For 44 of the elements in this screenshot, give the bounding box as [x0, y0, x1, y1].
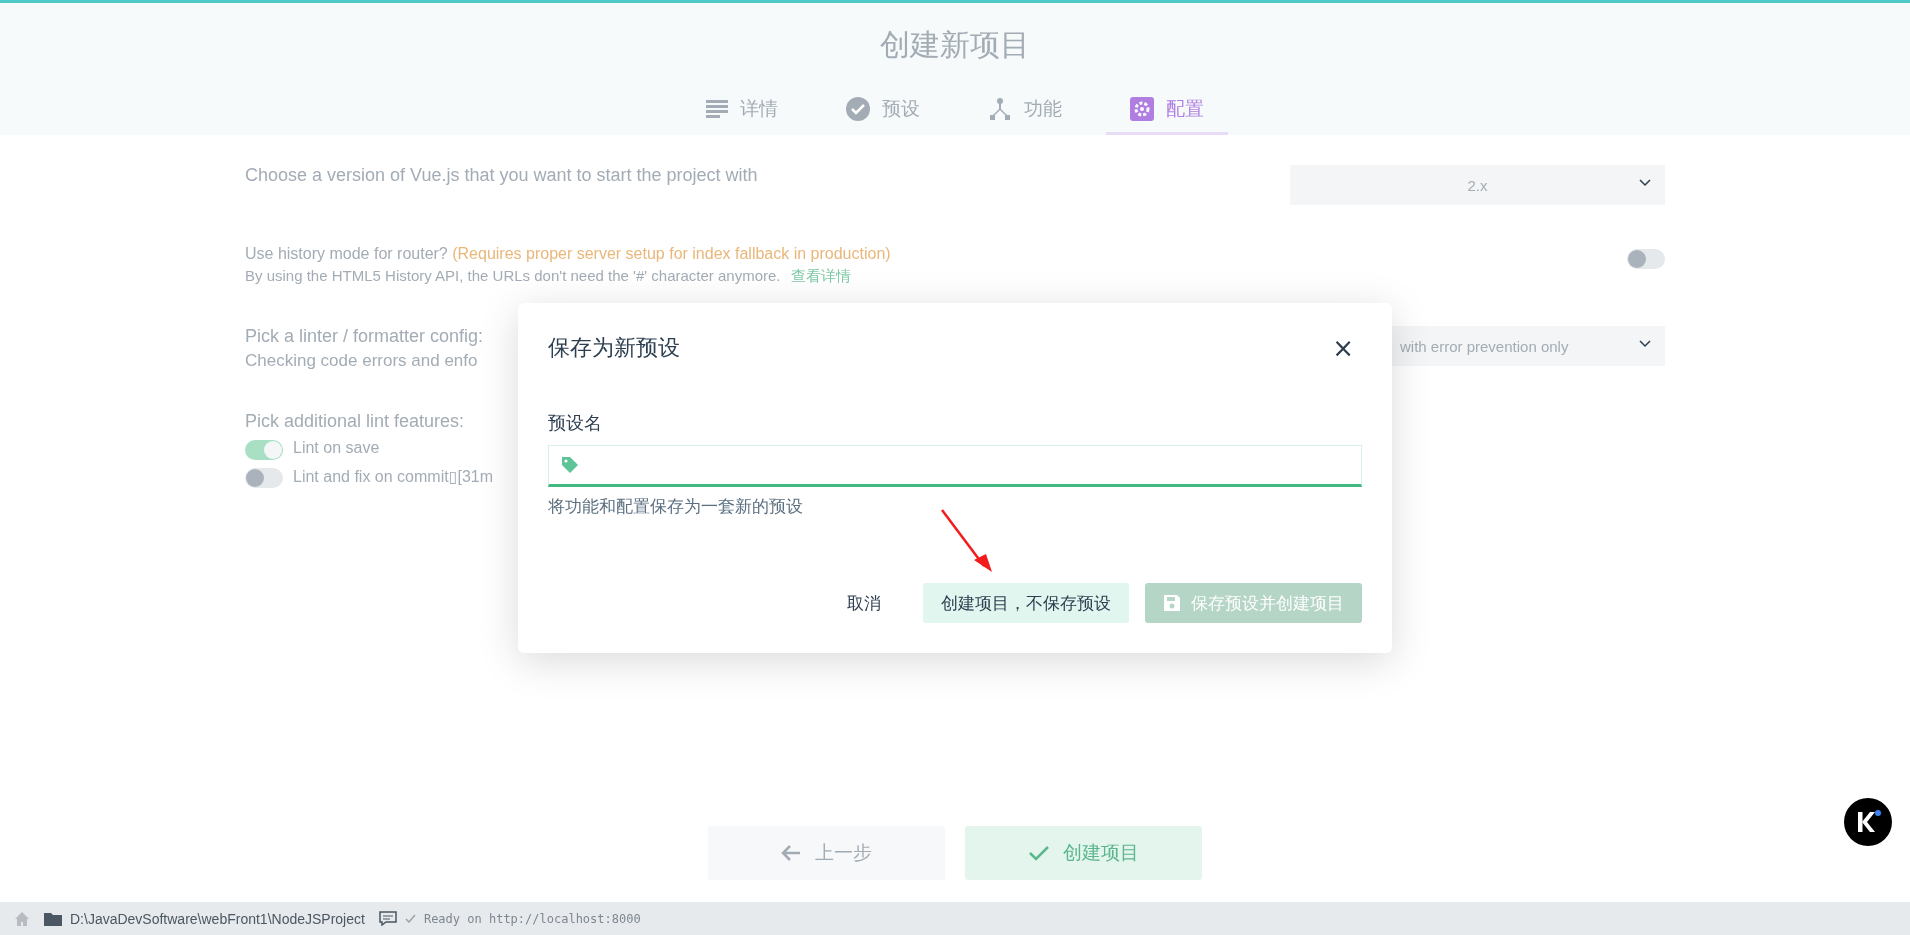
fork-icon: [988, 97, 1012, 121]
settings-icon: [1130, 97, 1154, 121]
home-icon[interactable]: [14, 910, 30, 927]
toggle-switch[interactable]: [1627, 249, 1665, 269]
option-label: Lint and fix on commit▯[31m: [293, 466, 493, 486]
toggle-switch[interactable]: [245, 440, 283, 460]
arrow-left-icon: [781, 844, 801, 862]
back-button[interactable]: 上一步: [708, 826, 945, 880]
create-button[interactable]: 创建项目，不保存预设: [923, 583, 1129, 623]
folder-icon: [44, 911, 62, 926]
page-title: 创建新项目: [880, 26, 1030, 64]
field-hint: 将功能和配置保存为一套新的预设: [548, 495, 804, 518]
caret-icon: [1639, 340, 1651, 348]
console-icon[interactable]: [378, 911, 397, 926]
field-description: By using the HTML5 History API, the URLs don't need the '#' character anymore. 查看详情: [245, 267, 852, 286]
field-label: 预设名: [548, 411, 603, 435]
field-description: Checking code errors and enfo: [245, 351, 479, 371]
caret-icon: [1639, 179, 1651, 187]
field-label: Choose a version of Vue.js that you want to start the project with: [245, 165, 758, 186]
field-label: Pick additional lint features:: [245, 411, 466, 432]
details-link[interactable]: 查看详情: [790, 267, 851, 284]
step-tab[interactable]: 配置: [1106, 88, 1228, 135]
check-circle-icon: [846, 97, 870, 121]
project-path[interactable]: D:\JavaDevSoftware\webFront1\NodeJSProject: [70, 910, 365, 927]
toggle-switch[interactable]: [245, 468, 283, 488]
dialog-title: 保存为新预设: [548, 334, 680, 362]
check-icon: [1028, 845, 1049, 861]
status-message: Ready on http://localhost:8000: [423, 911, 641, 926]
check-icon: [404, 914, 416, 923]
logo-icon[interactable]: [1844, 798, 1892, 846]
step-tab[interactable]: 功能: [964, 88, 1086, 135]
step-tab[interactable]: 预设: [822, 88, 944, 135]
field-label: Pick a linter / formatter config:: [245, 326, 484, 347]
field-label: Use history mode for router? (Requires proper server setup for index fallback in production): [245, 245, 891, 263]
cancel-button[interactable]: 取消: [835, 583, 893, 623]
save-icon: [1163, 594, 1181, 612]
step-tab[interactable]: 详情: [682, 88, 802, 135]
option-label: Lint on save: [293, 439, 380, 457]
select-field[interactable]: 2.x: [1290, 165, 1665, 205]
preset-name-field[interactable]: [548, 445, 1362, 487]
close-button[interactable]: ×: [1324, 333, 1362, 363]
create-project-button[interactable]: 创建项目: [965, 826, 1202, 880]
tag-icon: [561, 456, 579, 474]
list-icon: [706, 99, 728, 119]
